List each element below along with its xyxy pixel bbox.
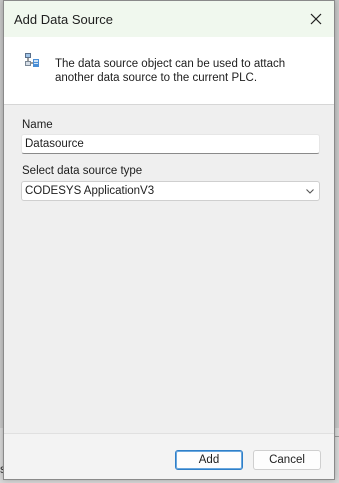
- data-source-type-select[interactable]: CODESYS ApplicationV3: [21, 181, 320, 201]
- title-bar: Add Data Source: [4, 1, 334, 37]
- name-label: Name: [22, 119, 53, 131]
- select-value: CODESYS ApplicationV3: [25, 185, 155, 197]
- chevron-down-icon: [306, 189, 314, 194]
- name-field[interactable]: [21, 134, 320, 154]
- dialog-title: Add Data Source: [14, 12, 114, 27]
- close-icon: [310, 13, 322, 25]
- close-button[interactable]: [302, 5, 330, 33]
- header-description: The data source object can be used to at…: [55, 58, 286, 84]
- dialog-header: The data source object can be used to at…: [4, 37, 334, 105]
- cancel-button[interactable]: Cancel: [253, 450, 321, 470]
- data-source-icon: [25, 53, 39, 67]
- dialog-footer: Add Cancel: [4, 433, 334, 479]
- add-data-source-dialog: Add Data Source The data source object c…: [3, 0, 335, 480]
- add-button[interactable]: Add: [175, 450, 243, 470]
- type-label: Select data source type: [22, 165, 143, 177]
